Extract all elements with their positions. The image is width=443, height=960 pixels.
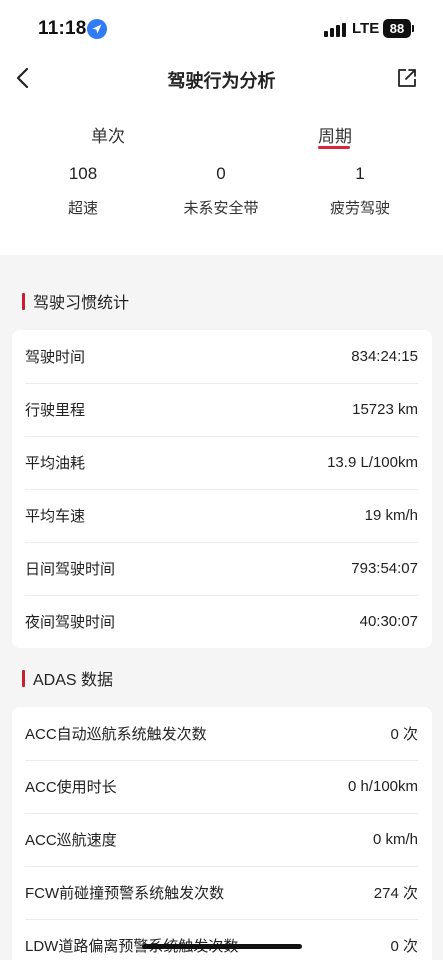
stat-label: 超速 [67,200,98,217]
section-accent-bar [22,669,25,687]
row-label: ACC自动巡航系统触发次数 [25,726,207,743]
external-link-icon [398,69,416,87]
active-tab-indicator [318,146,350,149]
stat-no-seatbelt[interactable]: 0 未系安全带 [161,162,281,218]
stat-value: 0 [216,164,226,183]
row-value: 15723 km [352,401,418,418]
network-type: LTE [352,20,380,37]
row-label: 日间驾驶时间 [25,561,116,578]
signal-bars-icon [324,23,346,37]
share-button[interactable] [393,64,421,92]
tab-period[interactable]: 周期 [295,122,375,147]
battery-level: 88 [383,19,411,38]
row-value: 834:24:15 [351,348,418,365]
stat-label: 疲劳驾驶 [329,200,390,217]
section-accent-bar [22,292,25,310]
list-item: LDW道路偏离预警系统触发次数 0 次 [12,919,432,960]
row-value: 0 次 [390,726,418,743]
row-label: 驾驶时间 [25,349,86,366]
row-value: 274 次 [373,885,418,902]
list-item: 夜间驾驶时间 40:30:07 [12,595,432,648]
section-title: ADAS 数据 [33,672,114,689]
tab-single[interactable]: 单次 [68,122,148,147]
page-title: 驾驶行为分析 [167,71,276,91]
row-value: 793:54:07 [351,560,418,577]
list-item: 日间驾驶时间 793:54:07 [12,542,432,595]
row-value: 0 次 [390,938,418,955]
status-time: 11:18 [38,18,87,39]
list-item: ACC使用时长 0 h/100km [12,760,432,813]
home-indicator[interactable] [142,944,302,949]
habits-card: 驾驶时间 834:24:15 行驶里程 15723 km 平均油耗 13.9 L… [12,330,432,648]
location-arrow-icon [87,19,107,39]
battery-icon [412,25,414,32]
list-item: 行驶里程 15723 km [12,383,432,436]
section-title: 驾驶习惯统计 [33,295,130,312]
row-label: 平均车速 [25,508,86,525]
status-bar: 11:18 LTE 88 [0,0,443,58]
row-label: ACC巡航速度 [25,832,117,849]
list-item: ACC自动巡航系统触发次数 0 次 [12,707,432,760]
row-label: ACC使用时长 [25,779,117,796]
row-value: 40:30:07 [359,613,418,630]
row-value: 13.9 L/100km [327,454,418,471]
stat-fatigue-driving[interactable]: 1 疲劳驾驶 [300,162,420,218]
row-value: 0 km/h [372,831,418,848]
adas-section-header: ADAS 数据 [22,667,113,689]
list-item: 平均油耗 13.9 L/100km [12,436,432,489]
row-label: 行驶里程 [25,402,86,419]
list-item: FCW前碰撞预警系统触发次数 274 次 [12,866,432,919]
row-value: 19 km/h [364,507,418,524]
stat-value: 108 [68,164,98,183]
stat-value: 1 [355,164,365,183]
stat-label: 未系安全带 [183,200,259,217]
row-label: 夜间驾驶时间 [25,614,116,631]
stat-speeding[interactable]: 108 超速 [23,162,143,218]
list-item: 平均车速 19 km/h [12,489,432,542]
list-item: 驾驶时间 834:24:15 [12,330,432,383]
row-value: 0 h/100km [347,778,418,795]
habits-section-header: 驾驶习惯统计 [22,290,129,312]
list-item: ACC巡航速度 0 km/h [12,813,432,866]
adas-card: ACC自动巡航系统触发次数 0 次 ACC使用时长 0 h/100km ACC巡… [12,707,432,960]
row-label: 平均油耗 [25,455,86,472]
row-label: FCW前碰撞预警系统触发次数 [25,885,225,902]
